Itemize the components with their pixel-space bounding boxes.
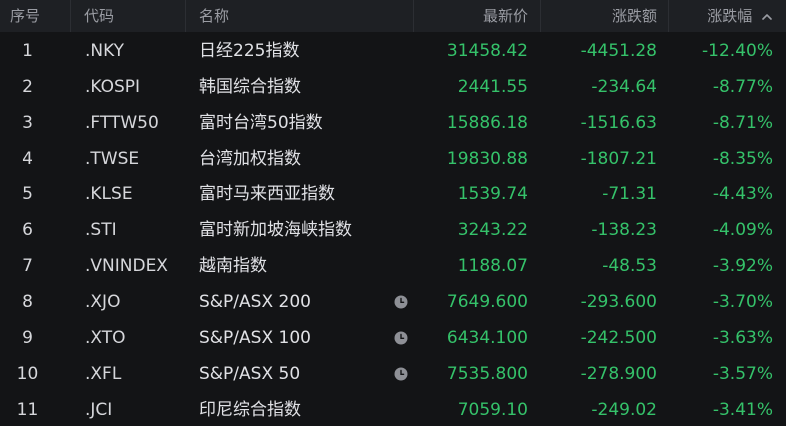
row-name: 韩国综合指数	[199, 76, 301, 97]
row-price: 1539.74	[457, 184, 528, 205]
row-code: .KOSPI	[85, 76, 141, 97]
row-pct: -3.57%	[712, 363, 773, 384]
row-change: -1516.63	[580, 112, 657, 133]
row-code: .XFL	[85, 363, 122, 384]
row-code: .TWSE	[85, 148, 140, 169]
row-index: 3	[22, 112, 33, 133]
row-pct: -8.35%	[712, 148, 773, 169]
header-divider	[70, 0, 71, 32]
row-index: 8	[22, 291, 33, 312]
row-price: 7649.600	[446, 291, 528, 312]
row-change: -278.900	[580, 363, 657, 384]
row-change: -71.31	[602, 184, 657, 205]
row-pct: -4.09%	[712, 220, 773, 241]
header-name[interactable]: 名称	[199, 0, 229, 32]
row-price: 3243.22	[457, 220, 528, 241]
row-pct: -3.41%	[712, 399, 773, 420]
row-index: 4	[22, 148, 33, 169]
header-divider	[668, 0, 669, 32]
table-header: 序号 代码 名称 最新价 涨跌额 涨跌幅	[0, 0, 786, 32]
header-change[interactable]: 涨跌额	[612, 0, 657, 32]
table-row[interactable]: 4 .TWSE 台湾加权指数 19830.88 -1807.21 -8.35%	[0, 141, 786, 177]
row-code: .XJO	[85, 291, 121, 312]
row-price: 2441.55	[457, 76, 528, 97]
row-pct: -3.63%	[712, 327, 773, 348]
clock-icon	[394, 295, 408, 309]
header-pct-label: 涨跌幅	[707, 7, 753, 25]
row-price: 31458.42	[446, 41, 528, 61]
header-divider	[185, 0, 186, 32]
row-pct: -3.92%	[712, 256, 773, 277]
row-change: -249.02	[591, 399, 657, 420]
table-row[interactable]: 7 .VNINDEX 越南指数 1188.07 -48.53 -3.92%	[0, 248, 786, 284]
row-pct: -3.70%	[712, 291, 773, 312]
row-price: 6434.100	[446, 327, 528, 348]
row-pct: -8.71%	[712, 112, 773, 133]
row-index: 2	[22, 76, 33, 97]
row-change: -4451.28	[580, 41, 657, 61]
row-change: -138.23	[591, 220, 657, 241]
row-code: .XTO	[85, 327, 126, 348]
row-name: 日经225指数	[199, 41, 300, 61]
row-index: 6	[22, 220, 33, 241]
row-code: .KLSE	[85, 184, 133, 205]
header-code[interactable]: 代码	[84, 0, 114, 32]
table-row[interactable]: 5 .KLSE 富时马来西亚指数 1539.74 -71.31 -4.43%	[0, 176, 786, 212]
clock-icon	[394, 331, 408, 345]
row-pct: -12.40%	[702, 41, 773, 61]
index-quote-table: 序号 代码 名称 最新价 涨跌额 涨跌幅 1 .NKY 日经225指数 31458.4…	[0, 0, 786, 426]
row-price: 1188.07	[457, 256, 528, 277]
table-row[interactable]: 2 .KOSPI 韩国综合指数 2441.55 -234.64 -8.77%	[0, 69, 786, 105]
table-row[interactable]: 9 .XTO S&P/ASX 100 6434.100 -242.500 -3.63%	[0, 320, 786, 356]
row-code: .JCI	[85, 399, 113, 420]
row-name: S&P/ASX 50	[199, 363, 301, 384]
header-divider	[413, 0, 414, 32]
table-row[interactable]: 1 .NKY 日经225指数 31458.42 -4451.28 -12.40%	[0, 33, 786, 69]
table-row[interactable]: 11 .JCI 印尼综合指数 7059.10 -249.02 -3.41%	[0, 392, 786, 426]
row-code: .VNINDEX	[85, 256, 168, 277]
header-index[interactable]: 序号	[10, 0, 40, 32]
row-code: .NKY	[85, 41, 125, 61]
row-pct: -4.43%	[712, 184, 773, 205]
row-name: S&P/ASX 200	[199, 291, 311, 312]
row-price: 19830.88	[446, 148, 528, 169]
row-index: 5	[22, 184, 33, 205]
row-change: -1807.21	[580, 148, 657, 169]
row-name: 富时马来西亚指数	[199, 184, 335, 205]
row-pct: -8.77%	[712, 76, 773, 97]
row-name: 富时台湾50指数	[199, 112, 323, 133]
row-name: 印尼综合指数	[199, 399, 301, 420]
row-name: 富时新加坡海峡指数	[199, 220, 352, 241]
row-change: -48.53	[602, 256, 657, 277]
row-index: 7	[22, 256, 33, 277]
row-code: .STI	[85, 220, 117, 241]
row-price: 7535.800	[446, 363, 528, 384]
row-price: 15886.18	[446, 112, 528, 133]
row-name: 台湾加权指数	[199, 148, 301, 169]
row-name: S&P/ASX 100	[199, 327, 311, 348]
clock-icon	[394, 367, 408, 381]
row-change: -293.600	[580, 291, 657, 312]
row-price: 7059.10	[457, 399, 528, 420]
row-index: 9	[22, 327, 33, 348]
header-price[interactable]: 最新价	[483, 0, 528, 32]
header-pct[interactable]: 涨跌幅	[707, 0, 773, 32]
table-row[interactable]: 8 .XJO S&P/ASX 200 7649.600 -293.600 -3.70%	[0, 284, 786, 320]
table-row[interactable]: 3 .FTTW50 富时台湾50指数 15886.18 -1516.63 -8.71%	[0, 105, 786, 141]
row-change: -242.500	[580, 327, 657, 348]
table-row[interactable]: 6 .STI 富时新加坡海峡指数 3243.22 -138.23 -4.09%	[0, 212, 786, 248]
row-index: 1	[22, 41, 33, 61]
row-change: -234.64	[591, 76, 657, 97]
row-index: 11	[16, 399, 39, 420]
table-row[interactable]: 10 .XFL S&P/ASX 50 7535.800 -278.900 -3.57%	[0, 356, 786, 392]
sort-ascending-icon[interactable]	[761, 11, 773, 23]
row-code: .FTTW50	[85, 112, 159, 133]
row-name: 越南指数	[199, 256, 267, 277]
row-index: 10	[16, 363, 39, 384]
header-divider	[540, 0, 541, 32]
